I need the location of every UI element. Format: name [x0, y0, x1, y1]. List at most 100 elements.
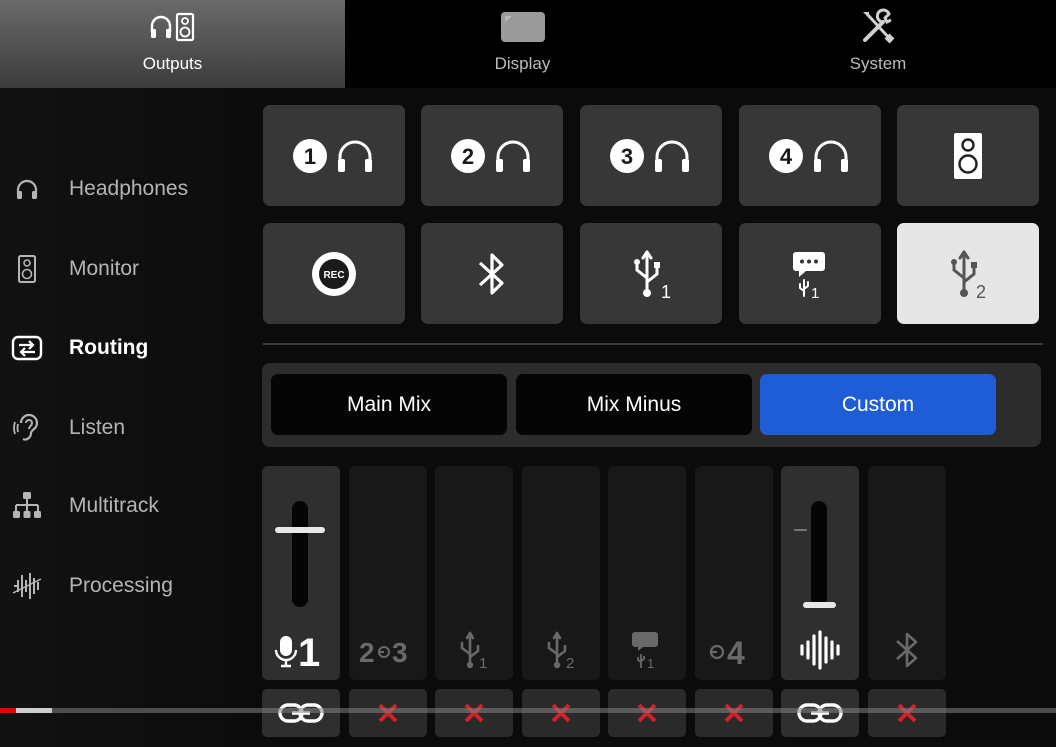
output-recording[interactable]: REC: [263, 223, 405, 324]
channel-strip-bluetooth[interactable]: [868, 466, 946, 680]
svg-text:REC: REC: [323, 270, 344, 281]
route-off-button-input-4[interactable]: [695, 689, 773, 737]
tab-system[interactable]: System: [700, 0, 1056, 88]
mix-mode-selector: Main Mix Mix Minus Custom: [262, 363, 1041, 447]
section-divider: [263, 343, 1043, 345]
sidebar-item-headphones[interactable]: Headphones: [0, 159, 255, 219]
channel-strip-sound-pads[interactable]: [781, 466, 859, 680]
output-monitor[interactable]: [897, 105, 1039, 206]
output-usb-2[interactable]: 2: [897, 223, 1039, 324]
sidebar-item-label: Processing: [69, 574, 173, 597]
bluetooth-icon: [478, 252, 504, 295]
output-headphones-4[interactable]: 4: [739, 105, 881, 206]
route-off-button-inputs-2-3[interactable]: [349, 689, 427, 737]
sidebar-item-listen[interactable]: Listen: [0, 398, 255, 458]
headphones-4-icon: 4: [769, 138, 848, 173]
fader-marker: [794, 529, 807, 531]
display-icon: [500, 8, 546, 46]
bluetooth-icon: [896, 632, 918, 668]
routing-icon: [10, 331, 44, 365]
channel-label: 1: [262, 630, 340, 670]
route-off-button-bluetooth[interactable]: [868, 689, 946, 737]
svg-text:1: 1: [304, 144, 316, 169]
tab-outputs[interactable]: Outputs: [0, 0, 345, 88]
usb-icon: 1: [460, 631, 487, 670]
processing-icon: [10, 569, 44, 603]
fader-track[interactable]: [292, 501, 308, 607]
channel-label: 4: [695, 630, 773, 670]
speaker-icon: [954, 132, 982, 179]
multitrack-icon: [10, 489, 44, 523]
headphones-icon: [10, 172, 44, 206]
output-headphones-3[interactable]: 3: [580, 105, 722, 206]
route-off-button-usb-2[interactable]: [522, 689, 600, 737]
channel-label: [868, 630, 946, 670]
video-progress-buffered: [16, 708, 52, 713]
svg-text:1: 1: [811, 285, 819, 300]
svg-text:4: 4: [727, 635, 745, 670]
output-usb-1[interactable]: 1: [580, 223, 722, 324]
ear-icon: [10, 411, 44, 445]
channel-strip-input-4[interactable]: 4: [695, 466, 773, 680]
video-progress-bar[interactable]: [0, 708, 1056, 713]
headphones-1-icon: 1: [293, 138, 372, 173]
mic-icon: 1: [274, 631, 320, 670]
rec-icon: REC: [312, 251, 356, 296]
headphones-3-icon: 3: [610, 138, 689, 173]
route-off-button-chat-usb-1[interactable]: [608, 689, 686, 737]
channel-strip-inputs-2-3[interactable]: 2 3: [349, 466, 427, 680]
link-icon: [278, 703, 324, 723]
channel-strip-usb-1[interactable]: 1: [435, 466, 513, 680]
tab-display[interactable]: Display: [345, 0, 700, 88]
svg-text:3: 3: [621, 144, 633, 169]
channel-label: 2 3: [349, 630, 427, 670]
fader-handle[interactable]: [275, 527, 325, 533]
svg-text:1: 1: [647, 656, 654, 670]
fader-handle[interactable]: [803, 602, 836, 608]
channel-label: 2: [522, 630, 600, 670]
close-icon: [897, 703, 917, 723]
headphones-2-icon: 2: [451, 138, 530, 173]
route-off-button-usb-1[interactable]: [435, 689, 513, 737]
usb-icon: 1: [634, 250, 671, 300]
sidebar-item-multitrack[interactable]: Multitrack: [0, 476, 255, 536]
channel-label: 1: [608, 630, 686, 670]
svg-text:2: 2: [566, 655, 574, 670]
main-mix-button[interactable]: Main Mix: [271, 374, 507, 435]
channel-strip-chat-usb-1[interactable]: 1: [608, 466, 686, 680]
usb-icon: 2: [951, 250, 986, 300]
link-button-mic-1[interactable]: [262, 689, 340, 737]
output-headphones-1[interactable]: 1: [263, 105, 405, 206]
tools-icon: [859, 8, 897, 46]
close-icon: [637, 703, 657, 723]
mix-minus-button[interactable]: Mix Minus: [516, 374, 752, 435]
svg-text:1: 1: [479, 655, 487, 670]
top-tab-bar: Outputs Display System: [0, 0, 1056, 88]
svg-text:3: 3: [392, 637, 408, 668]
fader-track[interactable]: [811, 501, 827, 607]
output-chat-usb-1[interactable]: 1: [739, 223, 881, 324]
svg-text:1: 1: [661, 282, 671, 300]
svg-text:4: 4: [780, 144, 793, 169]
tab-label: System: [849, 54, 907, 73]
routing-panel: 1 2 3 4 REC 1 1 2 Main Mix Mix Minus Cus…: [255, 88, 1056, 747]
video-progress-played: [0, 708, 16, 713]
soundwave-icon: [800, 630, 840, 670]
chat-usb-icon: 1: [632, 632, 658, 670]
link-button-sound-pads[interactable]: [781, 689, 859, 737]
headphones-speaker-icon: [149, 8, 197, 46]
output-bluetooth[interactable]: [421, 223, 563, 324]
output-headphones-2[interactable]: 2: [421, 105, 563, 206]
sidebar: Headphones Monitor Routing Listen Multit…: [0, 88, 255, 747]
sidebar-item-monitor[interactable]: Monitor: [0, 239, 255, 299]
channel-strip-mic-1[interactable]: 1: [262, 466, 340, 680]
channel-strip-usb-2[interactable]: 2: [522, 466, 600, 680]
sidebar-item-label: Routing: [69, 336, 149, 359]
input-icon: 2 3: [359, 637, 408, 668]
channel-label: [781, 630, 859, 670]
sidebar-item-processing[interactable]: Processing: [0, 556, 255, 616]
svg-text:2: 2: [359, 637, 375, 668]
custom-button[interactable]: Custom: [760, 374, 996, 435]
svg-text:1: 1: [298, 631, 320, 670]
sidebar-item-routing[interactable]: Routing: [0, 318, 255, 378]
